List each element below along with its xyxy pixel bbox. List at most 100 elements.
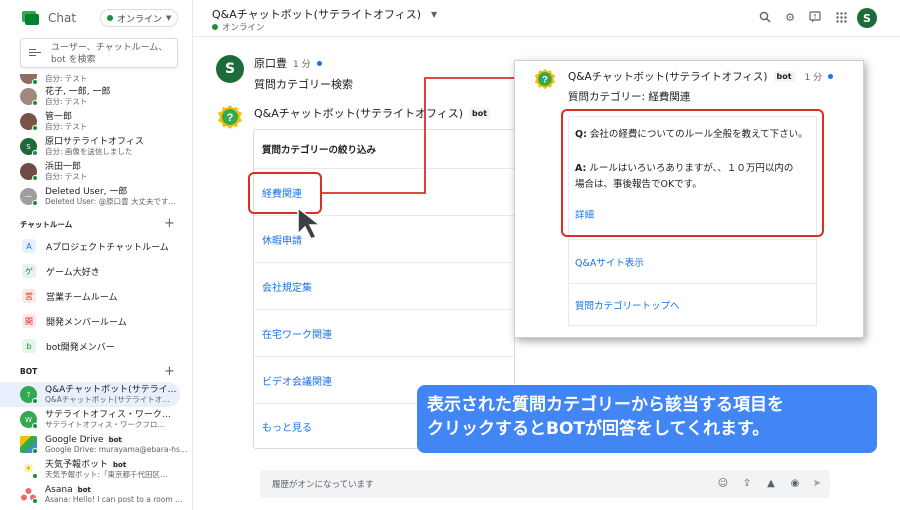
bot-item-weather[interactable]: ☀ 天気予報ボット bot 天気予報ボット:「東京都千代田区…: [0, 457, 192, 482]
room-icon: A: [22, 239, 36, 253]
account-avatar[interactable]: S: [857, 8, 877, 28]
room-item[interactable]: ゲ ゲーム大好き: [0, 259, 192, 283]
dm-item[interactable]: 管一郎 自分: テスト: [0, 109, 192, 134]
room-item[interactable]: 営 営業チームルーム: [0, 284, 192, 308]
user-avatar[interactable]: S: [216, 55, 244, 83]
dm-item[interactable]: 自分: テスト: [0, 70, 192, 85]
bots-section-title: BOT: [20, 367, 38, 376]
search-icon[interactable]: [758, 10, 772, 24]
sun-icon: ☀: [20, 461, 38, 479]
bot-item-asana[interactable]: Asana bot Asana: Hello! I can post to a ro…: [0, 482, 192, 507]
qa-bot-avatar[interactable]: ?: [216, 103, 244, 131]
feedback-icon[interactable]: [808, 10, 822, 24]
meet-icon[interactable]: ◉: [788, 476, 802, 490]
gear-icon[interactable]: ⚙: [783, 10, 797, 24]
dm-item[interactable]: 花子, 一郎, 一郎 自分: テスト: [0, 84, 192, 109]
brand[interactable]: Chat: [22, 8, 76, 28]
search-placeholder: ユーザー、チャットルーム、bot を検索: [51, 43, 168, 65]
dm-preview: 自分: テスト: [45, 171, 88, 181]
bot-item-qa[interactable]: ? Q&Aチャットボット(サテライ… Q&Aチャットボット(サテライトオ…: [0, 382, 180, 407]
conversation-status: オンライン: [212, 21, 265, 33]
add-room-icon[interactable]: +: [164, 217, 175, 230]
avatar: [20, 113, 38, 131]
room-item[interactable]: 開 開発メンバールーム: [0, 309, 192, 333]
category-item-rules[interactable]: 会社規定集: [254, 263, 514, 310]
bot-preview: 天気予報ボット:「東京都千代田区…: [45, 469, 168, 479]
header-divider: [193, 36, 900, 37]
bot-name: サテライトオフィス・ワーク…: [45, 409, 171, 420]
room-label: bot開発メンバー: [46, 342, 115, 353]
chevron-down-icon: ▼: [166, 14, 172, 22]
category-item-leave[interactable]: 休暇申請: [254, 216, 514, 263]
avatar: 一: [20, 188, 38, 206]
emoji-icon[interactable]: ☺: [716, 476, 730, 490]
dm-name: 花子, 一郎, 一郎: [45, 86, 111, 97]
bot-sender: Q&Aチャットボット(サテライトオフィス) bot 1 分: [568, 69, 834, 84]
workflow-bot-icon: W: [20, 411, 38, 429]
bot-preview: Q&Aチャットボット(サテライトオ…: [45, 394, 170, 404]
room-label: 開発メンバールーム: [46, 317, 127, 328]
avatar: S: [20, 138, 38, 156]
room-label: 営業チームルーム: [46, 292, 118, 303]
apps-grid-icon[interactable]: [834, 10, 848, 24]
dm-name: 管一郎: [45, 111, 73, 122]
conversation-title[interactable]: Q&Aチャットボット(サテライトオフィス) ▼: [212, 6, 437, 22]
unread-dot-icon: [828, 74, 834, 79]
message-sender: 原口豊 1 分: [254, 55, 322, 71]
online-dot-icon: [212, 24, 218, 30]
answer-highlight-box: [561, 109, 824, 237]
status-selector[interactable]: オンライン ▼: [100, 9, 179, 27]
bot-preview: Asana: Hello! I can post to a room …: [45, 494, 183, 504]
dm-item[interactable]: 一 Deleted User, 一郎 Deleted User: @原口豊 大丈夫…: [0, 184, 192, 209]
chevron-down-icon: ▼: [431, 9, 438, 19]
avatar: [20, 163, 38, 181]
avatar: [20, 88, 38, 106]
room-icon: 開: [22, 314, 36, 328]
bot-item-drive[interactable]: Google Drive bot Google Drive: murayama@eb…: [0, 432, 192, 457]
dm-name: Deleted User, 一郎: [45, 186, 128, 197]
bot-name: Asana bot: [45, 484, 93, 495]
dm-preview: 自分: 画像を送信しました: [45, 146, 133, 156]
category-top-link[interactable]: 質問カテゴリートップへ: [568, 284, 817, 326]
category-text: 質問カテゴリー: 経費関連: [568, 91, 691, 103]
chat-logo-icon: [22, 10, 39, 26]
dm-preview: 自分: テスト: [45, 121, 88, 131]
room-label: Aプロジェクトチャットルーム: [46, 242, 169, 253]
cursor-icon: [297, 206, 323, 240]
category-item-remote[interactable]: 在宅ワーク関連: [254, 310, 514, 357]
online-dot-icon: [107, 15, 113, 21]
room-label: ゲーム大好き: [46, 267, 100, 278]
svg-text:?: ?: [542, 73, 548, 84]
room-item[interactable]: b bot開発メンバー: [0, 334, 192, 358]
upload-icon[interactable]: ⇪: [740, 476, 754, 490]
dm-item[interactable]: 浜田一郎 自分: テスト: [0, 159, 192, 184]
dm-item[interactable]: S 原口サテライトオフィス 自分: 画像を送信しました: [0, 134, 192, 159]
callout-line-1: 表示された質問カテゴリーから該当する項目を: [427, 395, 784, 415]
bot-preview: Google Drive: murayama@ebara-hs…: [45, 444, 188, 454]
send-icon[interactable]: ➤: [810, 476, 824, 490]
status-label: オンライン: [117, 14, 163, 25]
dm-preview: 自分: テスト: [45, 74, 88, 83]
bot-name: 天気予報ボット bot: [45, 459, 129, 470]
room-icon: ゲ: [22, 264, 36, 278]
connector-arrow: [322, 73, 526, 194]
qa-bot-avatar: ?: [533, 67, 557, 91]
room-icon: b: [22, 339, 36, 353]
avatar: [20, 74, 38, 85]
room-icon: 営: [22, 289, 36, 303]
bot-preview: サテライトオフィス・ワークフロ…: [45, 419, 165, 429]
drive-icon[interactable]: ▲: [764, 476, 778, 490]
search-filter-icon: [29, 48, 41, 58]
sidebar: Chat オンライン ▼ ユーザー、チャットルーム、bot を検索 自分: テス…: [0, 0, 193, 510]
dm-preview: 自分: テスト: [45, 96, 88, 106]
dm-name: 原口サテライトオフィス: [45, 136, 144, 147]
svg-text:?: ?: [227, 112, 234, 124]
bot-name: Google Drive bot: [45, 434, 124, 445]
room-item[interactable]: A Aプロジェクトチャットルーム: [0, 234, 192, 258]
bot-name: Q&Aチャットボット(サテライ…: [45, 384, 177, 395]
search-input[interactable]: ユーザー、チャットルーム、bot を検索: [20, 38, 178, 68]
qa-site-link[interactable]: Q&Aサイト表示: [568, 240, 817, 284]
rooms-section-title: チャットルーム: [20, 220, 73, 229]
bot-item-workflow[interactable]: W サテライトオフィス・ワーク… サテライトオフィス・ワークフロ…: [0, 407, 192, 432]
add-bot-icon[interactable]: +: [164, 365, 175, 378]
